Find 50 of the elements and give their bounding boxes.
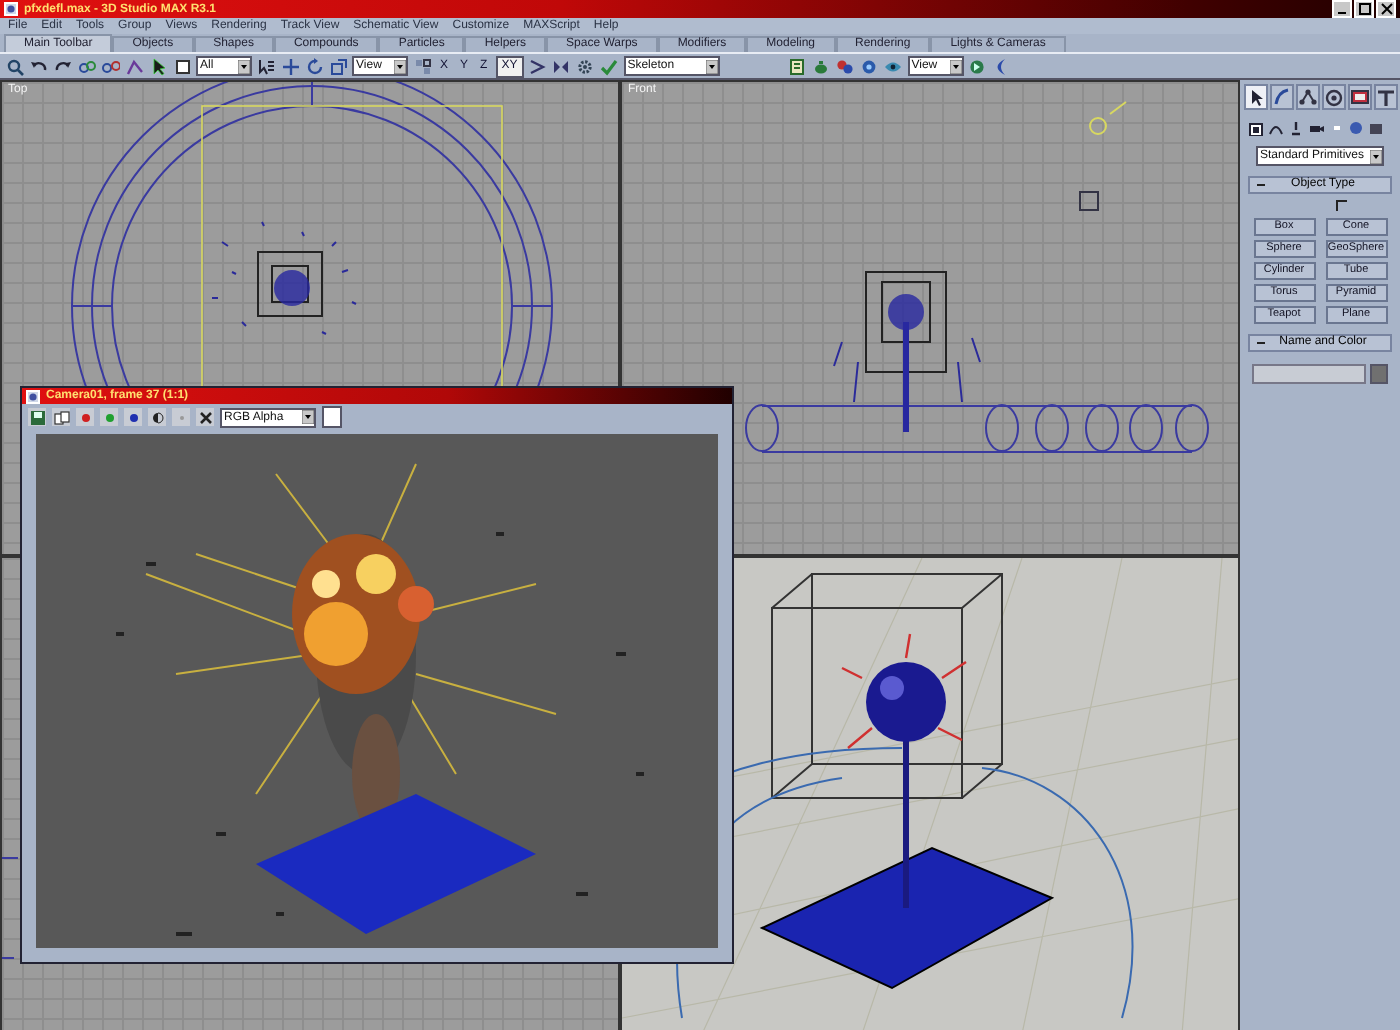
camera-icon[interactable] — [1308, 120, 1324, 136]
gear-icon[interactable] — [575, 56, 596, 76]
dropdown-arrow-icon[interactable] — [1370, 149, 1382, 163]
name-field[interactable] — [1252, 364, 1366, 384]
minus-icon[interactable] — [1256, 340, 1266, 346]
minus-icon[interactable] — [1256, 182, 1266, 188]
render-icon[interactable] — [859, 56, 880, 76]
undo-icon[interactable] — [28, 56, 48, 76]
checkmark-icon[interactable] — [599, 56, 620, 76]
light-icon[interactable] — [1288, 120, 1304, 136]
scale-icon[interactable] — [328, 56, 348, 76]
rotate-icon[interactable] — [304, 56, 324, 76]
light-icon — [1089, 101, 1127, 135]
bind-icon[interactable] — [124, 56, 144, 76]
move-icon[interactable] — [280, 56, 300, 76]
dropdown-arrow-icon[interactable] — [394, 59, 406, 73]
space-warps-icon[interactable] — [1348, 120, 1364, 136]
dropdown-arrow-icon[interactable] — [949, 59, 962, 73]
dropdown-arrow-icon[interactable] — [705, 59, 718, 73]
teapot-icon[interactable] — [811, 56, 832, 76]
graph-icon[interactable] — [787, 56, 808, 76]
link-icon[interactable] — [76, 56, 96, 76]
angle-bracket-icon[interactable] — [527, 56, 548, 76]
autogrid-corner-icon[interactable] — [1336, 200, 1348, 212]
dropdown-arrow-icon[interactable] — [238, 59, 250, 73]
magnifier-icon[interactable] — [4, 56, 24, 76]
dot-icon[interactable] — [76, 408, 94, 426]
systems-icon[interactable] — [1368, 120, 1384, 136]
dot-icon[interactable] — [100, 408, 118, 426]
cursor-icon[interactable] — [148, 56, 168, 76]
app-icon — [4, 2, 18, 16]
dropdown-arrow-icon[interactable] — [302, 410, 314, 424]
cube-wireframe — [1079, 191, 1099, 211]
redo-icon[interactable] — [52, 56, 72, 76]
wireframe-lines — [2, 857, 19, 959]
quick-render-icon[interactable] — [967, 56, 988, 76]
material-spheres-icon[interactable] — [835, 56, 856, 76]
dot-icon[interactable] — [124, 408, 142, 426]
color-swatch[interactable] — [322, 406, 342, 428]
color-swatch[interactable] — [1370, 364, 1388, 384]
pivot-icon[interactable] — [412, 56, 432, 76]
app-icon — [26, 389, 40, 403]
copy-icon[interactable] — [52, 408, 70, 426]
rectangle-icon[interactable] — [172, 56, 192, 76]
geometry-icon[interactable] — [1248, 120, 1264, 136]
save-icon[interactable] — [28, 408, 46, 426]
shapes-icon[interactable] — [1268, 120, 1284, 136]
clear-icon[interactable] — [196, 408, 214, 426]
unlink-icon[interactable] — [100, 56, 120, 76]
cursor-list-icon[interactable] — [256, 56, 276, 76]
